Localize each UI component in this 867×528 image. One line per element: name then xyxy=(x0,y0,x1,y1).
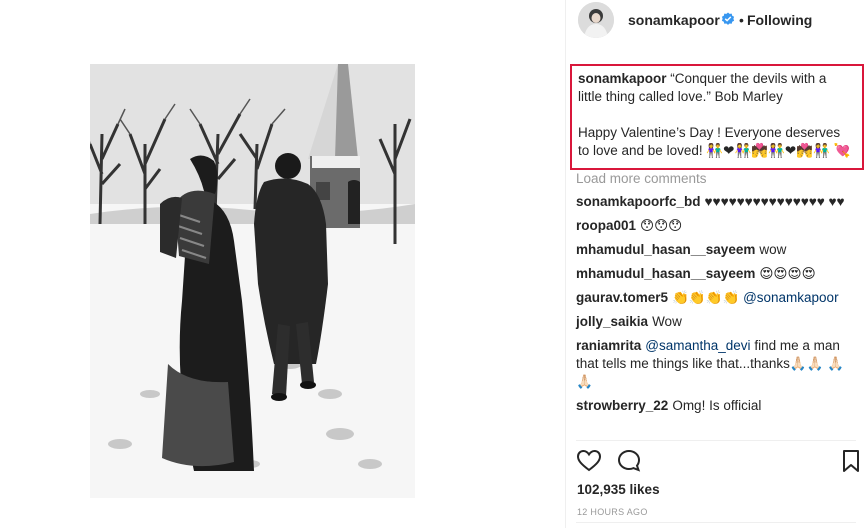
comment-username[interactable]: roopa001 xyxy=(576,218,636,233)
load-more-comments-link[interactable]: Load more comments xyxy=(576,171,862,189)
comment-text: ♥♥♥♥♥♥♥♥♥♥♥♥♥♥♥ ♥♥ xyxy=(704,194,845,209)
comments-list: Load more comments sonamkapoorfc_bd ♥♥♥♥♥… xyxy=(576,170,862,440)
media-pane xyxy=(0,0,565,528)
avatar-image xyxy=(578,2,614,38)
verified-badge-icon xyxy=(721,12,735,26)
comment-text: Wow xyxy=(652,314,682,329)
comment-username[interactable]: strowberry_22 xyxy=(576,398,668,413)
comment-username[interactable]: jolly_saikia xyxy=(576,314,648,329)
comment-username[interactable]: gaurav.tomer5 xyxy=(576,290,668,305)
divider xyxy=(576,522,856,523)
caption-line-1: sonamkapoor “Conquer the devils with a xyxy=(578,70,854,88)
post-photo[interactable] xyxy=(90,64,415,498)
comment-text: 😍😍😍😍 xyxy=(759,266,816,281)
header-separator: • xyxy=(739,12,744,28)
comment-item: strowberry_22 Omg! Is official xyxy=(576,397,852,415)
avatar[interactable] xyxy=(578,2,614,38)
comment-text: wow xyxy=(759,242,787,257)
comment-item: gaurav.tomer5 👏👏👏👏 @sonamkapoor xyxy=(576,289,852,307)
comment-item: jolly_saikia Wow xyxy=(576,313,852,331)
comment-text: 👏👏👏👏 xyxy=(672,290,740,305)
divider xyxy=(576,440,856,441)
comment-mention[interactable]: @sonamkapoor xyxy=(743,290,839,305)
comment-username[interactable]: sonamkapoorfc_bd xyxy=(576,194,701,209)
caption-line-3: Happy Valentine’s Day ! Everyone deserve… xyxy=(578,125,841,140)
bookmark-icon[interactable] xyxy=(838,448,864,474)
caption-highlight-box: sonamkapoor “Conquer the devils with a l… xyxy=(570,64,864,170)
caption-line-2: little thing called love.” Bob Marley xyxy=(578,89,783,104)
caption-text-1: “Conquer the devils with a xyxy=(670,71,827,86)
comment-text: Omg! Is official xyxy=(672,398,762,413)
caption-username[interactable]: sonamkapoor xyxy=(578,71,667,86)
post-side-panel: sonamkapoor • Following sonamkapoor “Con… xyxy=(565,0,867,528)
post-actions-bar xyxy=(574,448,864,474)
heart-icon[interactable] xyxy=(576,448,602,474)
comment-item: roopa001 😯😯😯 xyxy=(576,217,852,235)
comment-item: mhamudul_hasan__sayeem 😍😍😍😍 xyxy=(576,265,852,283)
likes-count[interactable]: 102,935 likes xyxy=(577,482,660,497)
comment-username[interactable]: mhamudul_hasan__sayeem xyxy=(576,242,755,257)
post-photo-image xyxy=(90,64,415,498)
post-author-username[interactable]: sonamkapoor xyxy=(628,12,720,28)
post-header: sonamkapoor • Following xyxy=(566,0,867,44)
comment-item: mhamudul_hasan__sayeem wow xyxy=(576,241,852,259)
caption-line-4: to love and be loved! 👫❤👫💏👫❤💏👫 💘 xyxy=(578,143,851,158)
comment-text: 😯😯😯 xyxy=(640,218,683,233)
comment-item: sonamkapoorfc_bd ♥♥♥♥♥♥♥♥♥♥♥♥♥♥♥ ♥♥ xyxy=(576,193,852,211)
comment-icon[interactable] xyxy=(616,448,642,474)
comment-item: raniamrita @samantha_devi find me a man t… xyxy=(576,337,852,391)
comment-username[interactable]: raniamrita xyxy=(576,338,641,353)
comment-mention[interactable]: @samantha_devi xyxy=(645,338,750,353)
following-button[interactable]: Following xyxy=(747,12,812,28)
post-timestamp: 12 HOURS AGO xyxy=(577,507,648,517)
comment-username[interactable]: mhamudul_hasan__sayeem xyxy=(576,266,755,281)
